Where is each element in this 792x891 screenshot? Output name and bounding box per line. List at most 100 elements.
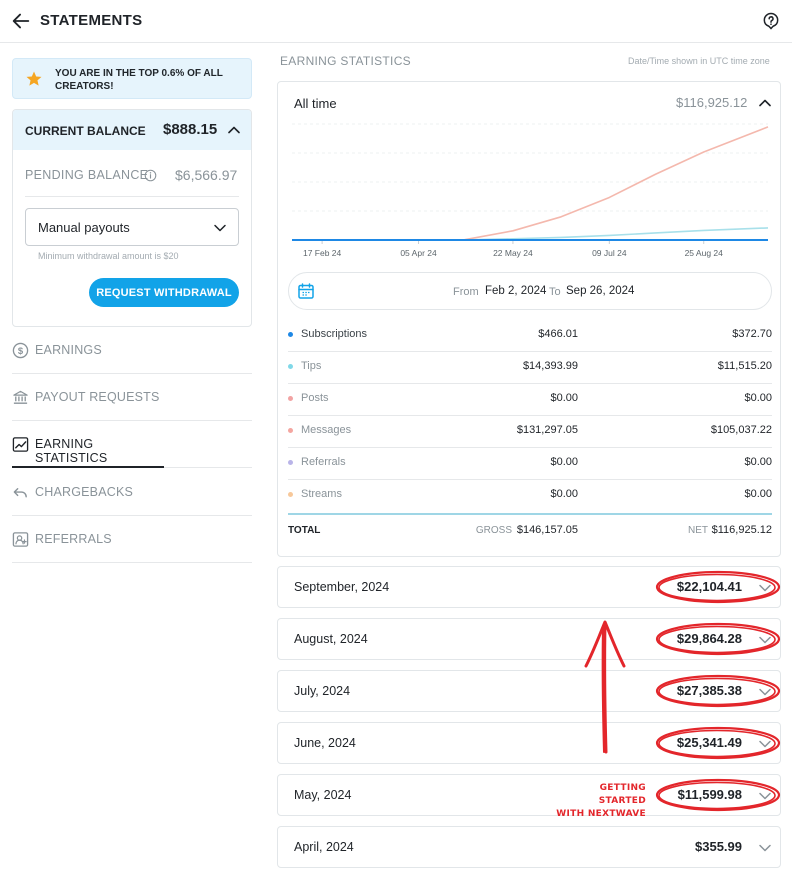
- earnings-line-chart: 17 Feb 24 05 Apr 24 22 May 24 09 Jul 24 25 A…: [292, 123, 769, 258]
- up-arrow-annotation: [584, 620, 626, 754]
- month-amount: $27,385.38: [676, 683, 742, 698]
- row-net: $372.70: [732, 328, 772, 340]
- chevron-down-icon: [759, 688, 771, 696]
- referral-icon: [12, 532, 29, 547]
- min-withdrawal-note: Minimum withdrawal amount is $20: [38, 251, 179, 261]
- row-net: $11,515.20: [717, 360, 772, 372]
- month-label: June, 2024: [294, 736, 356, 750]
- table-row: Messages $131,297.05 $105,037.22: [288, 416, 772, 448]
- month-label: May, 2024: [294, 788, 352, 802]
- payout-mode-value: Manual payouts: [38, 220, 130, 235]
- gross-label: GROSS: [475, 525, 512, 536]
- undo-icon: [13, 488, 27, 498]
- from-label: From: [453, 286, 479, 298]
- nav-label: EARNINGS: [35, 343, 102, 357]
- series-line: [292, 126, 769, 241]
- nav-item-earnings[interactable]: $ EARNINGS: [12, 327, 252, 374]
- row-gross: $0.00: [550, 456, 578, 468]
- range-label[interactable]: All time: [294, 96, 337, 111]
- nav-item-referrals[interactable]: REFERRALS: [12, 516, 252, 563]
- month-amount: $11,599.98: [677, 787, 742, 802]
- divider: [25, 196, 239, 197]
- chevron-down-icon: [759, 584, 771, 592]
- series-dot: [288, 492, 293, 497]
- to-date: Sep 26, 2024: [566, 285, 635, 297]
- row-net: $0.00: [744, 488, 772, 500]
- divider: [164, 467, 252, 468]
- current-balance-label: CURRENT BALANCE: [25, 124, 146, 138]
- timezone-note: Date/Time shown in UTC time zone: [628, 56, 770, 66]
- earning-stats-card: All time $116,925.12 17 Feb 24 05 Apr 24 2…: [277, 81, 781, 557]
- nav-label: CHARGEBACKS: [35, 485, 134, 499]
- table-row: Subscriptions $466.01 $372.70: [288, 320, 772, 352]
- month-amount: $29,864.28: [676, 631, 742, 646]
- annotation-line-1: GETTING STARTED: [598, 783, 646, 806]
- chevron-up-icon[interactable]: [226, 122, 242, 138]
- series-dot: [288, 364, 293, 369]
- svg-text:$: $: [18, 346, 24, 357]
- payout-mode-select[interactable]: Manual payouts: [25, 208, 239, 246]
- to-label: To: [549, 286, 561, 298]
- row-gross: $0.00: [550, 392, 578, 404]
- from-date: Feb 2, 2024: [485, 285, 547, 297]
- month-label: August, 2024: [294, 632, 368, 646]
- row-gross: $466.01: [538, 328, 578, 340]
- annotation-line-2: WITH NEXTWAVE: [556, 809, 646, 819]
- series-dot: [288, 332, 293, 337]
- x-tick-label: 22 May 24: [493, 248, 533, 258]
- nav-item-payout-requests[interactable]: PAYOUT REQUESTS: [12, 374, 252, 421]
- pending-balance-label: PENDING BALANCE: [25, 168, 149, 182]
- page-title: STATEMENTS: [40, 12, 143, 29]
- series-dot: [288, 428, 293, 433]
- month-row-june[interactable]: June, 2024 $25,341.49: [277, 722, 781, 764]
- month-amount: $25,341.49: [676, 735, 742, 750]
- table-row: Referrals $0.00 $0.00: [288, 448, 772, 480]
- nav-label: REFERRALS: [35, 532, 112, 546]
- row-gross: $0.00: [550, 488, 578, 500]
- month-label: July, 2024: [294, 684, 351, 698]
- total-divider: [288, 513, 772, 515]
- x-tick-label: 09 Jul 24: [592, 248, 627, 258]
- calendar-icon: [298, 283, 314, 299]
- series-line: [292, 227, 769, 241]
- top-bar: STATEMENTS: [0, 0, 792, 43]
- date-range-picker[interactable]: From Feb 2, 2024 To Sep 26, 2024: [288, 272, 772, 310]
- current-balance-value: $888.15: [163, 121, 218, 138]
- nav-label: PAYOUT REQUESTS: [35, 390, 160, 404]
- request-withdrawal-button[interactable]: REQUEST WITHDRAWAL: [89, 278, 239, 307]
- nav-label: EARNING STATISTICS: [35, 437, 108, 465]
- row-name: Referrals: [301, 456, 346, 468]
- nav-item-chargebacks[interactable]: CHARGEBACKS: [12, 469, 252, 516]
- section-title: EARNING STATISTICS: [280, 54, 411, 68]
- month-row-september[interactable]: September, 2024 $22,104.41: [277, 566, 781, 608]
- info-icon[interactable]: [144, 169, 157, 182]
- x-tick-label: 05 Apr 24: [400, 248, 437, 258]
- trend-chart-icon: [12, 437, 29, 452]
- range-total: $116,925.12: [676, 95, 748, 110]
- chevron-down-icon: [759, 844, 771, 852]
- nav-item-earning-statistics[interactable]: EARNING STATISTICS: [12, 421, 164, 468]
- table-row: Tips $14,393.99 $11,515.20: [288, 352, 772, 384]
- bank-icon: [13, 390, 28, 404]
- month-amount: $355.99: [695, 839, 742, 854]
- row-net: $0.00: [744, 392, 772, 404]
- chevron-up-icon[interactable]: [757, 95, 773, 111]
- month-row-april[interactable]: April, 2024 $355.99: [277, 826, 781, 868]
- back-arrow-icon[interactable]: [10, 10, 32, 32]
- month-label: April, 2024: [294, 840, 354, 854]
- month-label: September, 2024: [294, 580, 390, 594]
- row-net: $105,037.22: [710, 424, 772, 436]
- dollar-circle-icon: $: [12, 342, 29, 359]
- table-row: Posts $0.00 $0.00: [288, 384, 772, 416]
- row-gross: $131,297.05: [516, 424, 578, 436]
- month-row-july[interactable]: July, 2024 $27,385.38: [277, 670, 781, 712]
- month-row-august[interactable]: August, 2024 $29,864.28: [277, 618, 781, 660]
- table-row: Streams $0.00 $0.00: [288, 480, 772, 512]
- row-name: Streams: [301, 488, 342, 500]
- x-tick-label: 25 Aug 24: [685, 248, 724, 258]
- help-icon[interactable]: [761, 11, 781, 31]
- chevron-down-icon: [759, 740, 771, 748]
- x-tick-label: 17 Feb 24: [303, 248, 342, 258]
- month-row-may[interactable]: May, 2024 $11,599.98: [277, 774, 781, 816]
- current-balance-header[interactable]: CURRENT BALANCE $888.15: [13, 110, 251, 150]
